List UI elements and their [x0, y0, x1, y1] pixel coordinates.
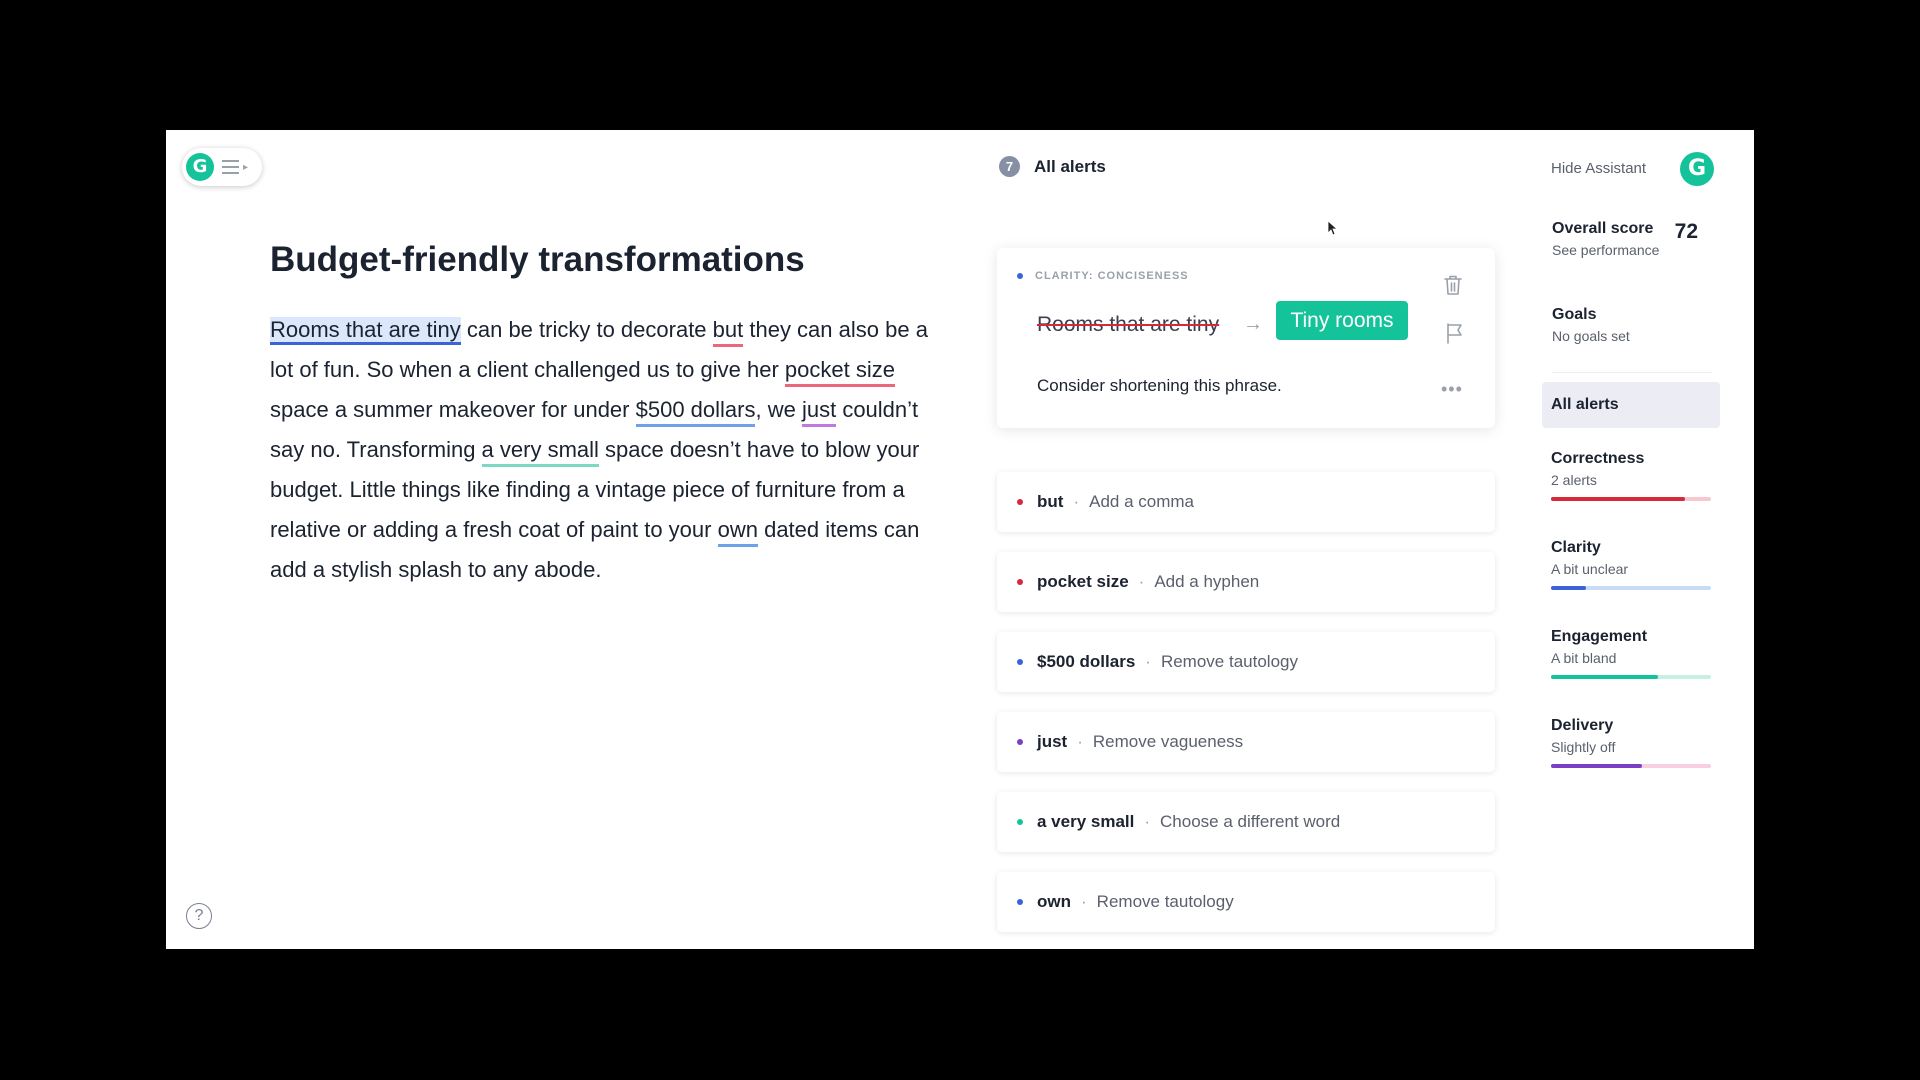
mouse-cursor-icon: [1327, 220, 1339, 241]
category-correctness[interactable]: Correctness 2 alerts: [1551, 450, 1711, 501]
category-title: Correctness: [1551, 450, 1645, 467]
category-progress-bar: [1551, 675, 1711, 679]
category-title: Delivery: [1551, 717, 1614, 734]
category-title: Engagement: [1551, 628, 1648, 645]
alert-word: pocket size: [1037, 572, 1129, 591]
separator: ·: [1138, 572, 1145, 591]
alert-word: but: [1037, 492, 1064, 511]
alert-card-a-very-small[interactable]: a very small · Choose a different word: [997, 792, 1495, 852]
alert-category-label: CLARITY: CONCISENESS: [1035, 270, 1189, 282]
category-status: Slightly off: [1551, 739, 1616, 755]
alert-dot-icon: [1017, 499, 1023, 505]
separator: ·: [1081, 892, 1087, 911]
help-icon[interactable]: ?: [186, 903, 212, 929]
category-status: 2 alerts: [1551, 472, 1597, 488]
alert-word: a very small: [1037, 812, 1135, 831]
alert-action: Choose a different word: [1160, 812, 1341, 831]
chevron-right-icon: ▸: [243, 161, 249, 173]
alert-dot-icon: [1017, 899, 1023, 905]
category-status: A bit unclear: [1551, 561, 1629, 577]
alert-word: just: [1037, 732, 1068, 751]
category-progress-fill: [1551, 675, 1659, 679]
alert-dot-icon: [1017, 579, 1023, 585]
body-text: , we: [755, 397, 802, 422]
alert-action: Remove tautology: [1096, 892, 1234, 911]
category-progress-bar: [1551, 586, 1711, 590]
alert-category: CLARITY: CONCISENESS: [1017, 270, 1189, 282]
category-clarity[interactable]: Clarity A bit unclear: [1551, 539, 1711, 590]
alert-action: Add a comma: [1089, 492, 1194, 511]
divider: [1552, 372, 1712, 373]
expanded-alert-card[interactable]: CLARITY: CONCISENESS Rooms that are tiny…: [997, 248, 1495, 428]
category-dot-icon: [1017, 273, 1023, 279]
alerts-title: All alerts: [1034, 156, 1106, 176]
category-progress-bar: [1551, 764, 1711, 768]
grammarly-profile-icon[interactable]: G: [1680, 152, 1714, 186]
goals-label: Goals: [1552, 306, 1597, 323]
suggestion-message: Consider shortening this phrase.: [1037, 376, 1282, 395]
alert-card-just[interactable]: just · Remove vagueness: [997, 712, 1495, 772]
separator: ·: [1077, 732, 1083, 751]
highlight-own[interactable]: own: [717, 517, 758, 547]
hide-assistant-link[interactable]: Hide Assistant: [1551, 160, 1646, 177]
category-progress-fill: [1551, 586, 1587, 590]
body-text: can be tricky to decorate: [460, 317, 713, 342]
alert-card-own[interactable]: own · Remove tautology: [997, 872, 1495, 932]
alert-dot-icon: [1017, 739, 1023, 745]
flag-icon[interactable]: [1445, 322, 1465, 349]
alert-word: $500 dollars: [1037, 652, 1136, 671]
alert-dot-icon: [1017, 659, 1023, 665]
overall-score[interactable]: Overall score 72 See performance: [1552, 220, 1712, 258]
score-value: 72: [1674, 220, 1698, 243]
alert-word: own: [1037, 892, 1071, 911]
all-alerts-tab[interactable]: All alerts: [1542, 382, 1720, 428]
category-engagement[interactable]: Engagement A bit bland: [1551, 628, 1711, 679]
highlight-rooms-that-are-tiny[interactable]: Rooms that are tiny: [270, 317, 461, 345]
alert-count-badge: 7: [999, 156, 1020, 177]
original-phrase: Rooms that are tiny: [1037, 313, 1220, 336]
document-body[interactable]: Rooms that are tiny can be tricky to dec…: [270, 310, 930, 590]
grammarly-logo-icon: G: [186, 153, 214, 181]
category-progress-fill: [1551, 764, 1643, 768]
separator: ·: [1145, 652, 1151, 671]
trash-icon[interactable]: [1443, 274, 1463, 301]
goals-status: No goals set: [1552, 328, 1630, 344]
separator: ·: [1144, 812, 1151, 831]
body-text: space a summer makeover for under: [270, 397, 636, 422]
alert-list: but · Add a comma pocket size · Add a hy…: [997, 472, 1495, 949]
alert-card-pocket-size[interactable]: pocket size · Add a hyphen: [997, 552, 1495, 612]
separator: ·: [1073, 492, 1080, 511]
see-performance-link[interactable]: See performance: [1552, 242, 1712, 258]
category-status: A bit bland: [1551, 650, 1617, 666]
more-options-icon[interactable]: •••: [1441, 379, 1463, 400]
category-progress-fill: [1551, 497, 1686, 501]
category-progress-bar: [1551, 497, 1711, 501]
highlight-just[interactable]: just: [801, 397, 837, 427]
highlight-but[interactable]: but: [712, 317, 744, 347]
editor-menu-button[interactable]: G ▸: [182, 148, 262, 186]
goals-section[interactable]: Goals No goals set: [1552, 306, 1630, 344]
arrow-right-icon: →: [1243, 313, 1263, 335]
alerts-header: 7 All alerts: [999, 156, 1106, 177]
editor-window: G ▸ Budget-friendly transformations Room…: [166, 130, 1754, 949]
alert-card-500-dollars[interactable]: $500 dollars · Remove tautology: [997, 632, 1495, 692]
highlight-500-dollars[interactable]: $500 dollars: [635, 397, 756, 427]
alert-card-but[interactable]: but · Add a comma: [997, 472, 1495, 532]
alert-dot-icon: [1017, 819, 1023, 825]
category-title: Clarity: [1551, 539, 1601, 556]
alert-action: Remove vagueness: [1092, 732, 1244, 751]
document-title[interactable]: Budget-friendly transformations: [270, 240, 805, 280]
highlight-a-very-small[interactable]: a very small: [481, 437, 599, 467]
category-delivery[interactable]: Delivery Slightly off: [1551, 717, 1711, 768]
hamburger-icon: [222, 160, 239, 174]
accept-suggestion-button[interactable]: Tiny rooms: [1276, 301, 1408, 340]
alert-action: Remove tautology: [1160, 652, 1298, 671]
alert-action: Add a hyphen: [1154, 572, 1260, 591]
highlight-pocket-size[interactable]: pocket size: [784, 357, 895, 387]
